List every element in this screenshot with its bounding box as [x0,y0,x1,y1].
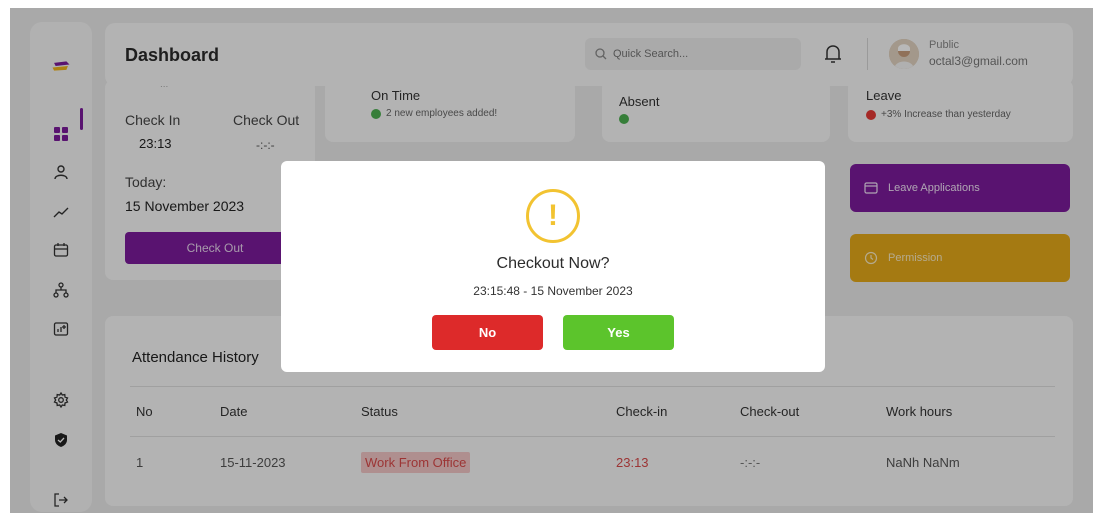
no-button[interactable]: No [432,315,543,350]
dialog-title: Checkout Now? [496,255,610,272]
yes-button[interactable]: Yes [563,315,674,350]
warning-icon: ! [526,189,580,243]
app-frame: ... Check In 23:13 Check Out -:-:- Today… [10,8,1093,513]
checkout-confirm-dialog: ! Checkout Now? 23:15:48 - 15 November 2… [281,161,825,372]
dialog-subtitle: 23:15:48 - 15 November 2023 [473,284,633,298]
